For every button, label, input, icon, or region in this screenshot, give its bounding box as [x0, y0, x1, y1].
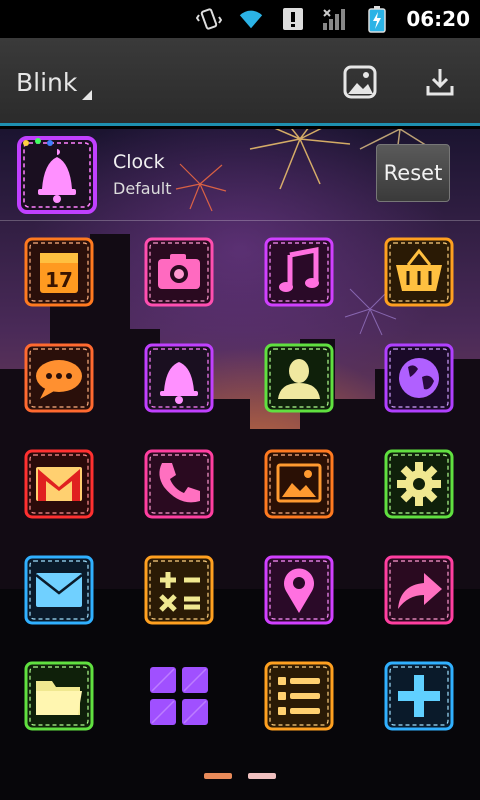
wallpaper-icon: [343, 65, 377, 99]
grid-item-gmail[interactable]: [24, 449, 94, 519]
share-arrow-icon: [384, 555, 454, 625]
grid-item-files[interactable]: [24, 661, 94, 731]
action-bar: Blink: [0, 38, 480, 126]
grid-item-market[interactable]: [384, 237, 454, 307]
download-button[interactable]: [418, 60, 462, 104]
grid-item-calculator[interactable]: [144, 555, 214, 625]
camera-icon: [144, 237, 214, 307]
grid-item-messaging[interactable]: [24, 343, 94, 413]
status-bar: 06:20: [0, 0, 480, 38]
selected-icon-row: Clock Default Reset: [0, 129, 480, 221]
grid-item-gallery[interactable]: [264, 449, 334, 519]
email-icon: [24, 555, 94, 625]
clock-time: 06:20: [406, 7, 470, 31]
contact-icon: [264, 343, 334, 413]
phone-icon: [144, 449, 214, 519]
grid-item-app-drawer[interactable]: [144, 661, 214, 731]
selected-app-name: Clock: [113, 151, 165, 173]
bell-icon: [144, 343, 214, 413]
gallery-icon: [264, 449, 334, 519]
spinner-indicator-icon: [82, 90, 92, 100]
grid-item-settings[interactable]: [384, 449, 454, 519]
signal-icon: [322, 6, 348, 32]
download-icon: [426, 69, 454, 96]
settings-gear-icon: [384, 449, 454, 519]
calendar-icon: 17: [24, 237, 94, 307]
page-indicator-1[interactable]: [204, 773, 232, 779]
wifi-icon: [238, 6, 264, 32]
gmail-icon: [24, 449, 94, 519]
music-icon: [264, 237, 334, 307]
vibrate-icon: [196, 6, 223, 32]
grid-item-phone[interactable]: [144, 449, 214, 519]
theme-spinner[interactable]: Blink: [16, 68, 77, 97]
grid-item-alarm[interactable]: [144, 343, 214, 413]
grid-item-maps[interactable]: [264, 555, 334, 625]
grid-item-camera[interactable]: [144, 237, 214, 307]
calculator-icon: [144, 555, 214, 625]
grid-item-music[interactable]: [264, 237, 334, 307]
grid-item-contacts[interactable]: [264, 343, 334, 413]
map-pin-icon: [264, 555, 334, 625]
reset-button[interactable]: Reset: [376, 144, 450, 202]
wallpaper-button[interactable]: [338, 60, 382, 104]
grid-item-share[interactable]: [384, 555, 454, 625]
folder-icon: [24, 661, 94, 731]
grid-item-add[interactable]: [384, 661, 454, 731]
calendar-day: 17: [45, 268, 73, 292]
selected-theme-name: Default: [113, 179, 172, 198]
grid-item-email[interactable]: [24, 555, 94, 625]
add-icon: [384, 661, 454, 731]
grid-item-browser[interactable]: [384, 343, 454, 413]
icon-chooser-area: Clock Default Reset 17: [0, 129, 480, 800]
alert-icon: [280, 6, 306, 32]
grid-item-calendar[interactable]: 17: [24, 237, 94, 307]
grid-item-tasks[interactable]: [264, 661, 334, 731]
globe-icon: [384, 343, 454, 413]
shopping-basket-icon: [384, 237, 454, 307]
app-drawer-icon: [150, 667, 208, 725]
battery-charging-icon: [364, 6, 390, 33]
message-icon: [24, 343, 94, 413]
selected-bell-icon[interactable]: [16, 135, 98, 219]
task-list-icon: [264, 661, 334, 731]
page-indicator-2[interactable]: [248, 773, 276, 779]
